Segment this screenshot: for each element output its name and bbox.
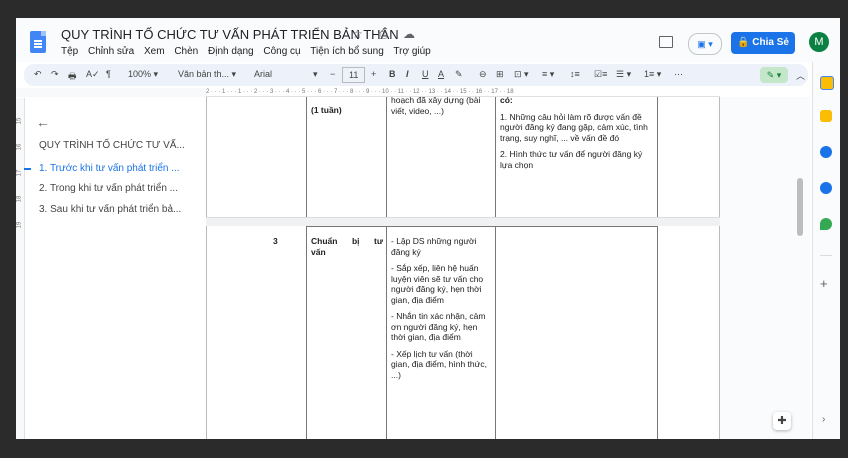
- undo-icon[interactable]: ↶: [34, 69, 42, 80]
- step-number-cell[interactable]: 3: [273, 236, 278, 247]
- right-margin: [720, 97, 810, 439]
- side-panel-divider: [820, 255, 832, 256]
- highlight-icon[interactable]: ✎: [455, 69, 463, 80]
- comment-history-icon[interactable]: [659, 36, 673, 48]
- bullet-list-icon[interactable]: ☰ ▾: [616, 69, 631, 80]
- note-item: 2. Hình thức tư vấn để người đăng ký lựa…: [500, 149, 643, 170]
- outline-back-icon[interactable]: ←: [36, 114, 50, 130]
- task-item: - Sắp xếp, liên hệ huấn luyện viên sẽ tư…: [391, 263, 484, 305]
- outline-active-indicator: [24, 168, 31, 170]
- task-item: - Xếp lịch tư vấn (thời gian, địa điểm, …: [391, 348, 487, 380]
- outline-item[interactable]: 1. Trước khi tư vấn phát triển ...: [39, 163, 180, 174]
- comment-icon[interactable]: ⊞: [496, 69, 504, 80]
- table-border: [306, 226, 307, 439]
- print-icon[interactable]: 🖶: [68, 69, 77, 85]
- tasks-cell[interactable]: - Lập DS những người đăng ký - Sắp xếp, …: [391, 236, 492, 386]
- task-item: - Lập DS những người đăng ký: [391, 236, 477, 257]
- spellcheck-icon[interactable]: A✓: [86, 69, 100, 80]
- duration-cell[interactable]: (1 tuần): [311, 105, 381, 116]
- font-select[interactable]: Arial: [254, 69, 272, 79]
- maps-icon[interactable]: [820, 218, 832, 230]
- document-title[interactable]: QUY TRÌNH TỐ CHỨC TƯ VẤN PHÁT TRIỂN BẢN …: [61, 27, 399, 42]
- docs-logo-icon[interactable]: [30, 31, 46, 53]
- menu-edit[interactable]: Chỉnh sửa: [88, 46, 134, 57]
- vruler-mark: 16: [16, 143, 23, 151]
- explore-icon[interactable]: ✚: [773, 412, 791, 430]
- menu-format[interactable]: Định dạng: [208, 46, 254, 57]
- vruler-mark: 17: [16, 169, 23, 177]
- note-heading: có:: [500, 95, 513, 105]
- font-size-decrease[interactable]: −: [330, 69, 335, 79]
- tasks-icon[interactable]: [820, 146, 832, 158]
- note-cell[interactable]: có: 1. Những câu hỏi làm rõ được vấn đề …: [500, 95, 652, 176]
- ruler-left-area: [16, 88, 206, 97]
- vruler-mark: 18: [16, 195, 23, 203]
- contacts-icon[interactable]: [820, 182, 832, 194]
- avatar[interactable]: M: [809, 32, 829, 52]
- text-color-button[interactable]: A: [438, 69, 444, 79]
- image-icon[interactable]: ⊡ ▾: [514, 69, 529, 80]
- link-icon[interactable]: ⊖: [479, 69, 487, 80]
- menu-file[interactable]: Tệp: [61, 46, 78, 57]
- font-value: Arial: [254, 69, 273, 79]
- share-button[interactable]: 🔒 Chia Sẻ: [731, 32, 795, 54]
- outline-title[interactable]: QUY TRÌNH TỐ CHỨC TƯ VẤ...: [39, 140, 185, 151]
- underline-button[interactable]: U: [422, 69, 429, 79]
- menu-addons[interactable]: Tiện ích bổ sung: [310, 46, 384, 57]
- collapse-icon[interactable]: ︿: [796, 69, 805, 82]
- vruler-mark: 15: [16, 117, 23, 125]
- checklist-icon[interactable]: ☑≡: [594, 69, 607, 80]
- font-size-input[interactable]: 11: [342, 67, 366, 83]
- vertical-scrollbar[interactable]: [797, 178, 803, 236]
- more-icon[interactable]: ⋯: [674, 69, 683, 80]
- formatting-toolbar: ↶ ↷ 🖶 A✓ ¶ 100% ▾ Văn bản th... ▾ Arial …: [24, 64, 808, 86]
- font-dropdown-icon[interactable]: ▾: [313, 69, 318, 80]
- step-name-cell[interactable]: Chuẩn bị tư vấn: [311, 236, 383, 257]
- zoom-select[interactable]: 100% ▾: [128, 69, 158, 80]
- editing-mode-button[interactable]: ✎ ▾: [760, 67, 788, 83]
- star-move-cloud-icons[interactable]: ☆ ⎙ ☁: [352, 27, 421, 42]
- vruler-mark: 19: [16, 221, 23, 229]
- font-size-increase[interactable]: +: [371, 69, 376, 79]
- menu-bar: Tệp Chỉnh sửa Xem Chèn Định dạng Công cụ…: [61, 46, 438, 57]
- zoom-value: 100%: [128, 69, 152, 79]
- table-border: [206, 226, 207, 439]
- italic-button[interactable]: I: [406, 69, 409, 79]
- outline-item[interactable]: 3. Sau khi tư vấn phát triển bả...: [39, 204, 181, 215]
- redo-icon[interactable]: ↷: [51, 69, 59, 80]
- task-item: - Nhắn tin xác nhận, cảm ơn người đăng k…: [391, 311, 486, 342]
- expand-panel-icon[interactable]: ›: [822, 414, 825, 425]
- line-spacing-icon[interactable]: ↕≡: [570, 69, 580, 79]
- table-row-border: [306, 226, 658, 227]
- docs-window: QUY TRÌNH TỐ CHỨC TƯ VẤN PHÁT TRIỂN BẢN …: [16, 18, 840, 439]
- keep-icon[interactable]: [820, 110, 832, 122]
- style-value: Văn bản th...: [178, 69, 230, 79]
- calendar-icon[interactable]: [820, 76, 834, 90]
- document-page-2[interactable]: 3 Chuẩn bị tư vấn - Lập DS những người đ…: [206, 226, 720, 439]
- table-border: [386, 226, 387, 439]
- table-border: [495, 226, 496, 439]
- task-cell[interactable]: hoạch đã xây dựng (bài viết, video, ...): [391, 95, 491, 116]
- paint-format-icon[interactable]: ¶: [106, 69, 111, 79]
- menu-insert[interactable]: Chèn: [174, 46, 198, 57]
- numbered-list-icon[interactable]: 1≡ ▾: [644, 69, 661, 80]
- menu-view[interactable]: Xem: [144, 46, 165, 57]
- menu-help[interactable]: Trợ giúp: [393, 46, 430, 57]
- present-button[interactable]: ▣ ▾: [688, 33, 722, 55]
- style-select[interactable]: Văn bản th... ▾: [178, 69, 236, 80]
- docs-header: QUY TRÌNH TỐ CHỨC TƯ VẤN PHÁT TRIỂN BẢN …: [16, 18, 840, 62]
- table-border: [657, 226, 658, 439]
- note-item: 1. Những câu hỏi làm rõ được vấn đề ngườ…: [500, 111, 648, 143]
- share-label: Chia Sẻ: [752, 37, 789, 48]
- add-on-plus-icon[interactable]: +: [820, 276, 828, 291]
- vertical-ruler[interactable]: 15 16 17 18 19: [16, 98, 25, 439]
- align-icon[interactable]: ≡ ▾: [542, 69, 554, 80]
- outline-item[interactable]: 2. Trong khi tư vấn phát triển ...: [39, 183, 178, 194]
- bold-button[interactable]: B: [389, 69, 396, 79]
- menu-tools[interactable]: Công cụ: [263, 46, 300, 57]
